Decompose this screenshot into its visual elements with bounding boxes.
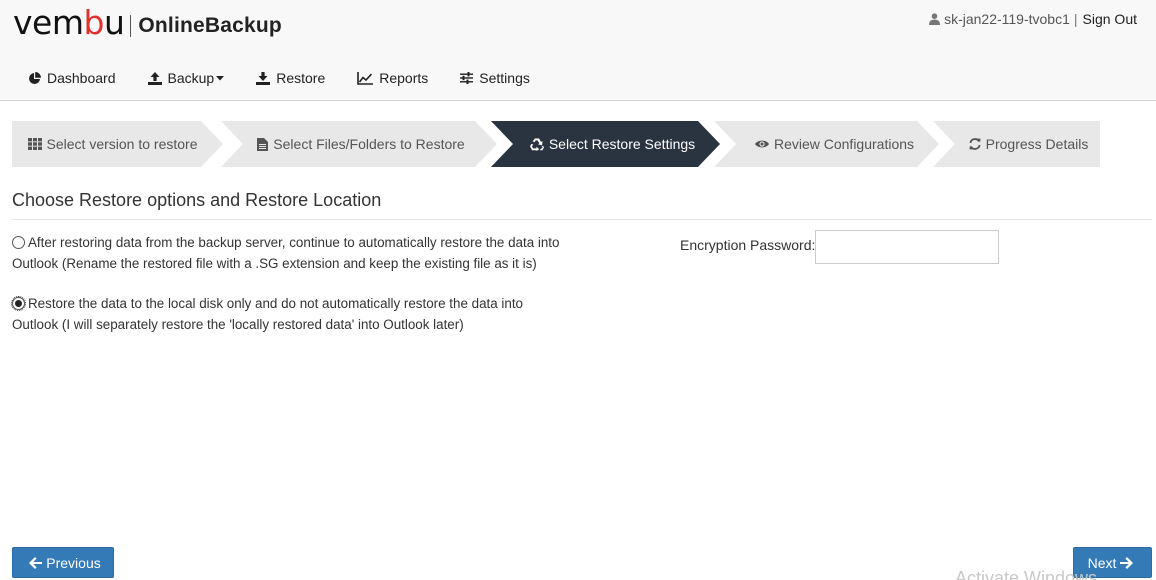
user-separator: | [1073,11,1078,27]
logo-wordmark: vembu [13,3,125,42]
arrow-left-icon [29,556,43,569]
line-chart-icon [357,71,374,85]
nav-settings-label: Settings [479,70,530,86]
nav-reports-label: Reports [379,70,429,86]
title-divider [12,219,1152,220]
encryption-password-input[interactable] [815,230,999,264]
eye-icon [754,140,769,148]
upload-icon [147,71,162,85]
user-icon [929,13,941,25]
previous-button[interactable]: Previous [12,547,114,578]
username: sk-jan22-119-tvobc1 [944,11,1070,27]
nav-backup[interactable]: Backup [147,68,225,88]
activate-windows-watermark: Activate Windows [955,568,1098,580]
nav-backup-label: Backup [167,70,215,86]
caret-down-icon [216,75,225,80]
step-progress-details-label: Progress Details [985,136,1089,152]
sign-out-link[interactable]: Sign Out [1083,11,1137,27]
vembu-logo[interactable]: vembu OnlineBackup [13,4,282,42]
step-review-configurations-label: Review Configurations [773,136,915,152]
restore-option-auto-outlook[interactable]: After restoring data from the backup ser… [12,233,564,274]
step-select-restore-settings[interactable]: Select Restore Settings [491,121,720,167]
restore-option-auto-outlook-label: After restoring data from the backup ser… [12,235,560,271]
grid-icon [27,138,42,150]
previous-button-label: Previous [46,554,101,571]
arrow-right-icon [1120,556,1134,569]
step-select-files[interactable]: Select Files/Folders to Restore [221,121,497,167]
step-progress-details[interactable]: Progress Details [933,121,1100,167]
sliders-icon [460,72,474,84]
wizard-steps: Select version to restore Select Files/F… [12,121,1100,167]
restore-option-local-disk[interactable]: Restore the data to the local disk only … [11,294,564,335]
file-icon [257,137,269,151]
user-area: sk-jan22-119-tvobc1 | Sign Out [929,11,1137,27]
app-header: vembu OnlineBackup sk-jan22-119-tvobc1 |… [0,0,1156,101]
recycle-icon [529,138,544,151]
radio-auto-outlook[interactable] [12,236,25,249]
nav-settings[interactable]: Settings [460,68,530,88]
nav-dashboard-label: Dashboard [47,70,116,86]
nav-reports[interactable]: Reports [357,68,428,88]
restore-option-local-disk-label: Restore the data to the local disk only … [12,296,524,332]
nav-restore-label: Restore [276,70,326,86]
radio-local-disk[interactable] [11,296,26,311]
step-review-configurations[interactable]: Review Configurations [714,121,939,167]
main-nav: Dashboard Backup Restore Reports Setting… [28,68,562,88]
step-select-files-label: Select Files/Folders to Restore [273,136,465,152]
encryption-password-label: Encryption Password: [680,237,816,253]
nav-restore[interactable]: Restore [256,68,325,88]
logo-divider [130,15,132,37]
refresh-icon [969,138,981,150]
step-select-restore-settings-label: Select Restore Settings [548,136,696,152]
download-icon [256,71,271,85]
pie-chart-icon [29,71,41,84]
page-title: Choose Restore options and Restore Locat… [12,190,382,210]
step-select-version[interactable]: Select version to restore [12,121,223,167]
product-name: OnlineBackup [138,14,282,37]
nav-dashboard[interactable]: Dashboard [28,68,116,88]
step-select-version-label: Select version to restore [46,136,198,152]
